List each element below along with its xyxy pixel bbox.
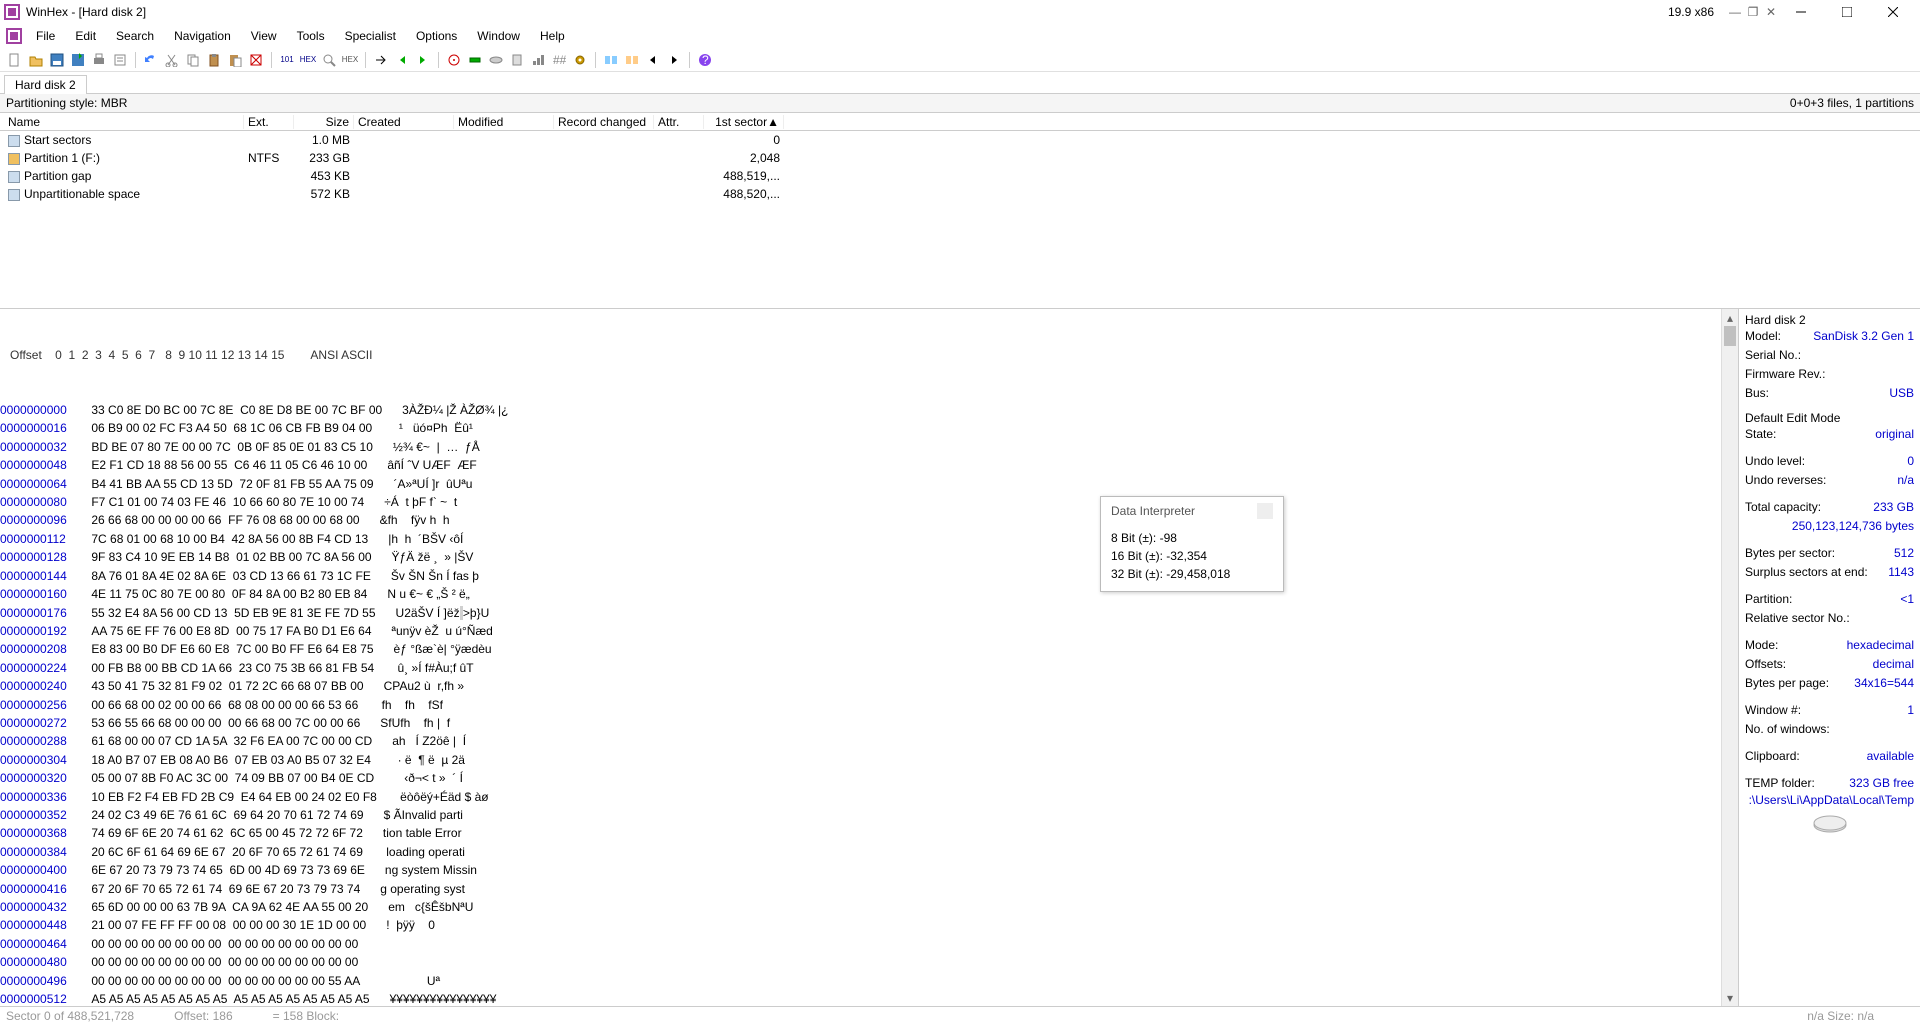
paste-icon[interactable] bbox=[226, 51, 244, 69]
app-icon bbox=[4, 4, 20, 20]
col-ext[interactable]: Ext. bbox=[244, 115, 294, 129]
col-created[interactable]: Created bbox=[354, 115, 454, 129]
maximize-button[interactable] bbox=[1824, 0, 1870, 24]
col-attr[interactable]: Attr. bbox=[654, 115, 704, 129]
titlebar: WinHex - [Hard disk 2] 19.9 x86 — ❐ ✕ bbox=[0, 0, 1920, 24]
menu-edit[interactable]: Edit bbox=[65, 26, 106, 46]
child-minimize-button[interactable]: — bbox=[1728, 5, 1742, 19]
col-name[interactable]: Name bbox=[4, 115, 244, 129]
find-icon[interactable] bbox=[320, 51, 338, 69]
delete-icon[interactable] bbox=[247, 51, 265, 69]
data-interpreter-close-icon[interactable] bbox=[1257, 503, 1273, 519]
hex-scrollbar[interactable]: ▴ ▾ bbox=[1721, 309, 1738, 1006]
prev-diff-icon[interactable] bbox=[644, 51, 662, 69]
goto-icon[interactable] bbox=[372, 51, 390, 69]
new-file-icon[interactable] bbox=[6, 51, 24, 69]
scroll-down-icon[interactable]: ▾ bbox=[1722, 989, 1738, 1006]
svg-text:##: ## bbox=[553, 53, 566, 67]
menubar: FileEditSearchNavigationViewToolsSpecial… bbox=[0, 24, 1920, 48]
tab-strip: Hard disk 2 bbox=[0, 72, 1920, 94]
sort-asc-icon: ▲ bbox=[767, 115, 779, 129]
properties-icon[interactable] bbox=[111, 51, 129, 69]
menu-help[interactable]: Help bbox=[530, 26, 575, 46]
file-summary: 0+0+3 files, 1 partitions bbox=[1790, 96, 1914, 110]
child-close-button[interactable]: ✕ bbox=[1764, 5, 1778, 19]
hex-editor[interactable]: Offset 0 1 2 3 4 5 6 7 8 9 10 11 12 13 1… bbox=[0, 309, 1721, 1006]
app-menu-icon[interactable] bbox=[6, 28, 22, 44]
col-sector[interactable]: 1st sector▲ bbox=[704, 115, 784, 129]
col-size[interactable]: Size bbox=[294, 115, 354, 129]
sync-icon[interactable] bbox=[623, 51, 641, 69]
properties-panel: Hard disk 2 Model:SanDisk 3.2 Gen 1 Seri… bbox=[1738, 308, 1920, 1006]
partitioning-style: Partitioning style: MBR bbox=[6, 96, 127, 110]
status-sector: Sector 0 of 488,521,728 bbox=[6, 1009, 134, 1023]
open-file-icon[interactable] bbox=[27, 51, 45, 69]
clipboard-icon[interactable] bbox=[205, 51, 223, 69]
table-header: Name Ext. Size Created Modified Record c… bbox=[0, 113, 1920, 131]
child-restore-button[interactable]: ❐ bbox=[1746, 5, 1760, 19]
analyze-icon[interactable] bbox=[529, 51, 547, 69]
disk-drive-icon bbox=[1810, 815, 1850, 835]
close-button[interactable] bbox=[1870, 0, 1916, 24]
tab-hard-disk-2[interactable]: Hard disk 2 bbox=[4, 75, 87, 94]
menu-file[interactable]: File bbox=[26, 26, 65, 46]
table-row[interactable]: Start sectors1.0 MB0 bbox=[0, 131, 1920, 149]
menu-options[interactable]: Options bbox=[406, 26, 467, 46]
cut-icon[interactable] bbox=[163, 51, 181, 69]
svg-text:?: ? bbox=[702, 53, 709, 67]
copy-icon[interactable] bbox=[184, 51, 202, 69]
find-again-icon[interactable]: HEX bbox=[341, 51, 359, 69]
find-hex-icon[interactable]: 101 bbox=[278, 51, 296, 69]
window-title: WinHex - [Hard disk 2] bbox=[26, 5, 146, 19]
hash-icon[interactable]: ## bbox=[550, 51, 568, 69]
table-row[interactable]: Partition gap453 KB488,519,... bbox=[0, 167, 1920, 185]
minimize-button[interactable] bbox=[1778, 0, 1824, 24]
scroll-up-icon[interactable]: ▴ bbox=[1722, 309, 1738, 326]
table-row[interactable]: Unpartitionable space572 KB488,520,... bbox=[0, 185, 1920, 203]
print-icon[interactable] bbox=[90, 51, 108, 69]
menu-tools[interactable]: Tools bbox=[287, 26, 335, 46]
back-icon[interactable] bbox=[393, 51, 411, 69]
col-modified[interactable]: Modified bbox=[454, 115, 554, 129]
partition-table: Start sectors1.0 MB0Partition 1 (F:)NTFS… bbox=[0, 131, 1920, 203]
menu-specialist[interactable]: Specialist bbox=[335, 26, 406, 46]
compare-icon[interactable] bbox=[602, 51, 620, 69]
calculator-icon[interactable] bbox=[508, 51, 526, 69]
save-as-icon[interactable] bbox=[69, 51, 87, 69]
table-row[interactable]: Partition 1 (F:)NTFS233 GB2,048 bbox=[0, 149, 1920, 167]
data-interpreter-window[interactable]: Data Interpreter 8 Bit (±): -9816 Bit (±… bbox=[1100, 496, 1284, 592]
ram-icon[interactable] bbox=[466, 51, 484, 69]
menu-view[interactable]: View bbox=[241, 26, 287, 46]
forward-icon[interactable] bbox=[414, 51, 432, 69]
statusbar: Sector 0 of 488,521,728 Offset: 186 = 15… bbox=[0, 1006, 1920, 1024]
toolbar: 101 HEX HEX ## ? bbox=[0, 48, 1920, 72]
disk-icon[interactable] bbox=[487, 51, 505, 69]
next-diff-icon[interactable] bbox=[665, 51, 683, 69]
version-label: 19.9 x86 bbox=[1668, 5, 1714, 19]
menu-navigation[interactable]: Navigation bbox=[164, 26, 241, 46]
help-icon[interactable]: ? bbox=[696, 51, 714, 69]
data-interpreter-title: Data Interpreter bbox=[1111, 504, 1195, 518]
undo-icon[interactable] bbox=[142, 51, 160, 69]
find-text-icon[interactable]: HEX bbox=[299, 51, 317, 69]
scroll-thumb[interactable] bbox=[1724, 326, 1736, 346]
position-icon[interactable] bbox=[445, 51, 463, 69]
panel-title: Hard disk 2 bbox=[1745, 313, 1914, 327]
hex-panel: Offset 0 1 2 3 4 5 6 7 8 9 10 11 12 13 1… bbox=[0, 308, 1738, 1006]
menu-window[interactable]: Window bbox=[467, 26, 530, 46]
save-icon[interactable] bbox=[48, 51, 66, 69]
menu-search[interactable]: Search bbox=[106, 26, 164, 46]
col-record[interactable]: Record changed bbox=[554, 115, 654, 129]
partition-info-bar: Partitioning style: MBR 0+0+3 files, 1 p… bbox=[0, 94, 1920, 113]
gear-icon[interactable] bbox=[571, 51, 589, 69]
